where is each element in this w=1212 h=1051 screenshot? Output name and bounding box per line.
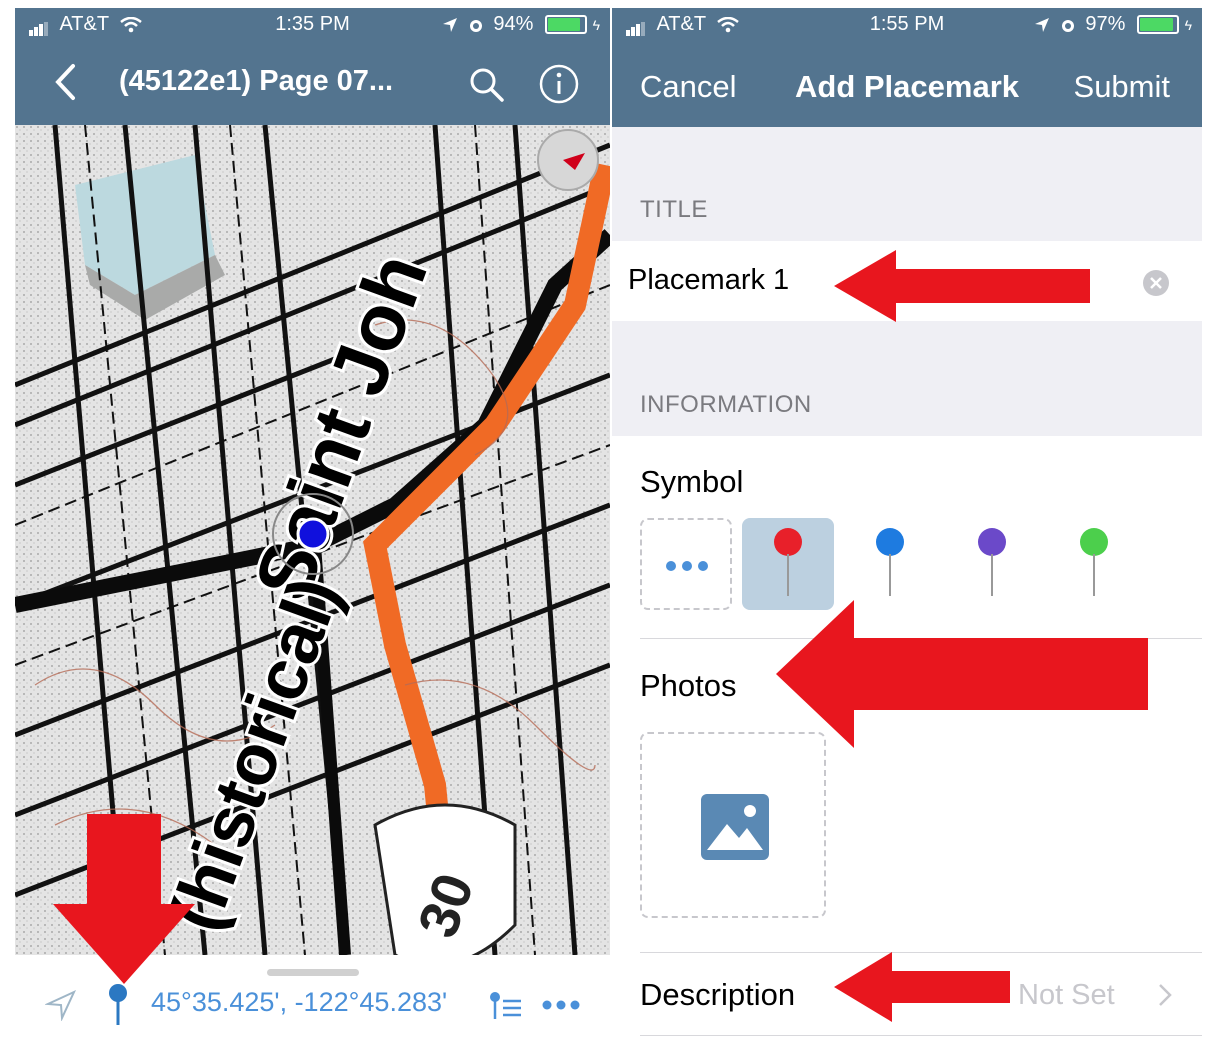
current-location-marker bbox=[273, 494, 353, 574]
purple-pin-icon bbox=[978, 528, 1006, 556]
more-symbols-button[interactable] bbox=[640, 518, 732, 610]
alarm-icon bbox=[1061, 19, 1074, 32]
navigation-arrow-icon[interactable] bbox=[45, 989, 77, 1021]
red-pin-icon bbox=[774, 528, 802, 556]
description-value: Not Set bbox=[1018, 979, 1115, 1011]
search-icon[interactable] bbox=[469, 67, 505, 103]
info-icon[interactable] bbox=[538, 63, 580, 105]
annotation-arrow-down bbox=[53, 814, 195, 984]
symbol-blue-pin[interactable] bbox=[844, 518, 936, 610]
charging-icon: ϟ bbox=[1184, 17, 1192, 33]
placemark-list-icon[interactable] bbox=[489, 991, 523, 1021]
divider bbox=[640, 1035, 1202, 1036]
status-bar: AT&T 1:35 PM 94% ϟ bbox=[15, 8, 610, 41]
battery-percent: 94% bbox=[493, 13, 534, 35]
photos-label: Photos bbox=[640, 668, 737, 703]
charging-icon: ϟ bbox=[592, 17, 600, 33]
location-arrow-icon bbox=[1035, 17, 1050, 32]
map-title: (45122e1) Page 07... bbox=[119, 65, 394, 97]
green-pin-icon bbox=[1080, 528, 1108, 556]
blue-pin-icon bbox=[876, 528, 904, 556]
compass-icon[interactable] bbox=[537, 129, 599, 191]
annotation-arrow-description bbox=[834, 952, 1010, 1022]
title-field[interactable]: Placemark 1 bbox=[628, 264, 789, 297]
location-arrow-icon bbox=[443, 17, 458, 32]
annotation-arrow-photos bbox=[776, 600, 1148, 748]
submit-button[interactable]: Submit bbox=[1074, 69, 1170, 105]
clear-text-icon[interactable] bbox=[1142, 269, 1170, 297]
symbol-label: Symbol bbox=[640, 464, 744, 499]
chevron-right-icon bbox=[1159, 984, 1172, 1006]
status-bar: AT&T 1:55 PM 97% ϟ bbox=[612, 8, 1202, 41]
symbol-purple-pin[interactable] bbox=[946, 518, 1038, 610]
image-icon bbox=[701, 794, 769, 860]
information-section-header: INFORMATION bbox=[640, 391, 812, 418]
symbol-red-pin[interactable] bbox=[742, 518, 834, 610]
description-label: Description bbox=[640, 977, 796, 1012]
title-section-header: TITLE bbox=[640, 196, 708, 223]
battery-icon bbox=[1137, 15, 1180, 35]
add-placemark-screen: AT&T 1:55 PM 97% ϟ Cancel Add Placemark … bbox=[612, 8, 1202, 1051]
nav-bar: Cancel Add Placemark Submit bbox=[612, 41, 1202, 127]
map-screen: AT&T 1:35 PM 94% ϟ (45122e1) Page 07... bbox=[15, 8, 610, 1051]
battery-icon bbox=[545, 15, 588, 35]
nav-bar: (45122e1) Page 07... bbox=[15, 41, 610, 125]
battery-percent: 97% bbox=[1085, 13, 1126, 35]
back-chevron-icon[interactable] bbox=[53, 63, 79, 101]
annotation-arrow-title bbox=[834, 250, 1090, 322]
coordinates-readout[interactable]: 45°35.425', -122°45.283' bbox=[151, 987, 447, 1018]
more-icon bbox=[666, 561, 708, 571]
more-icon[interactable] bbox=[541, 999, 581, 1011]
drag-handle[interactable] bbox=[267, 969, 359, 976]
symbol-green-pin[interactable] bbox=[1048, 518, 1140, 610]
pin-icon[interactable] bbox=[107, 983, 129, 1027]
alarm-icon bbox=[469, 19, 482, 32]
add-photo-button[interactable] bbox=[640, 732, 826, 918]
